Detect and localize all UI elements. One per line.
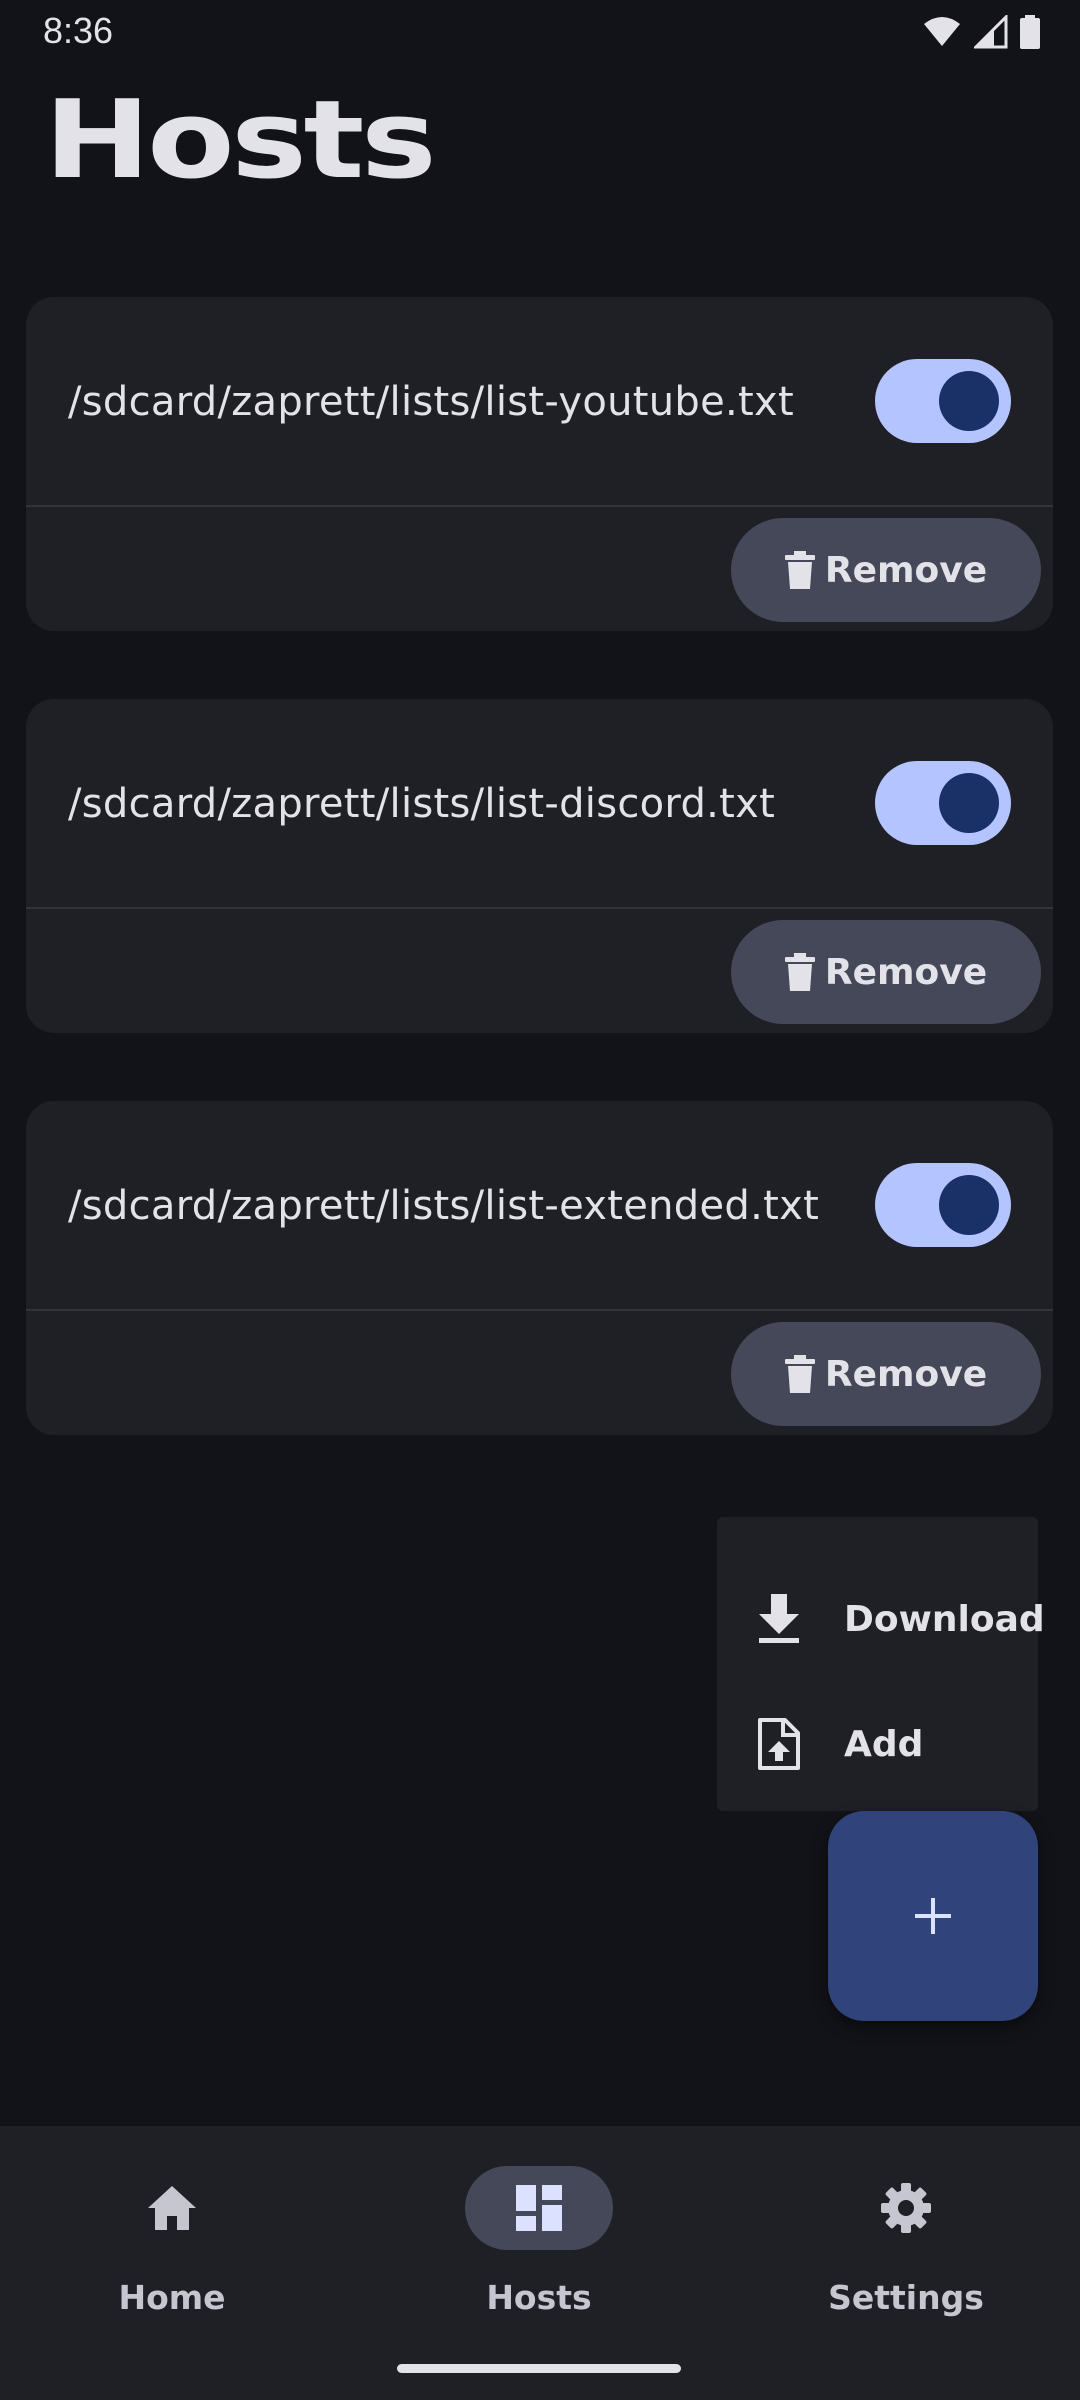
trash-icon: [784, 953, 815, 991]
bottom-nav: Home Hosts Settings: [0, 2126, 1080, 2400]
remove-label: Remove: [824, 951, 988, 993]
status-icons: [922, 12, 1040, 52]
divider: [26, 505, 1053, 507]
page-title: Hosts: [44, 78, 437, 203]
nav-label: Hosts: [486, 2278, 592, 2317]
host-path: /sdcard/zaprett/lists/list-extended.txt: [68, 1183, 820, 1229]
toggle-thumb: [939, 1175, 999, 1235]
download-icon: [759, 1594, 799, 1643]
nav-label: Settings: [828, 2278, 984, 2317]
add-fab[interactable]: [828, 1811, 1038, 2021]
file-upload-icon: [758, 1718, 800, 1770]
home-icon: [148, 2186, 196, 2230]
remove-button[interactable]: Remove: [731, 920, 1041, 1024]
divider: [26, 907, 1053, 909]
remove-label: Remove: [824, 1353, 988, 1395]
nav-item-hosts[interactable]: Hosts: [409, 2158, 669, 2318]
host-card: /sdcard/zaprett/lists/list-extended.txt …: [26, 1101, 1053, 1435]
wifi-icon: [924, 17, 960, 46]
menu-item-label: Download: [844, 1598, 1045, 1640]
status-time: 8:36: [43, 10, 114, 51]
menu-item-label: Add: [844, 1723, 924, 1765]
battery-icon: [1020, 15, 1040, 49]
host-toggle[interactable]: [875, 1163, 1011, 1247]
host-path: /sdcard/zaprett/lists/list-discord.txt: [68, 781, 776, 827]
status-bar: 8:36: [0, 0, 1080, 64]
menu-item-add[interactable]: Add: [717, 1689, 1038, 1799]
host-toggle[interactable]: [875, 761, 1011, 845]
trash-icon: [784, 1355, 815, 1393]
remove-label: Remove: [824, 549, 988, 591]
host-path: /sdcard/zaprett/lists/list-youtube.txt: [68, 379, 794, 425]
toggle-thumb: [939, 371, 999, 431]
host-card: /sdcard/zaprett/lists/list-discord.txt R…: [26, 699, 1053, 1033]
remove-button[interactable]: Remove: [731, 1322, 1041, 1426]
plus-icon: [915, 1898, 951, 1934]
host-card: /sdcard/zaprett/lists/list-youtube.txt R…: [26, 297, 1053, 631]
trash-icon: [784, 551, 815, 589]
cell-signal-icon: [974, 15, 1008, 49]
nav-item-home[interactable]: Home: [42, 2158, 302, 2318]
nav-label: Home: [118, 2278, 226, 2317]
remove-button[interactable]: Remove: [731, 518, 1041, 622]
dashboard-icon: [516, 2185, 562, 2231]
toggle-thumb: [939, 773, 999, 833]
nav-item-settings[interactable]: Settings: [776, 2158, 1036, 2318]
host-toggle[interactable]: [875, 359, 1011, 443]
menu-item-download[interactable]: Download: [717, 1564, 1045, 1674]
fab-menu: Download Add: [717, 1517, 1045, 1811]
gesture-bar[interactable]: [397, 2364, 681, 2373]
gear-icon: [881, 2183, 931, 2233]
divider: [26, 1309, 1053, 1311]
